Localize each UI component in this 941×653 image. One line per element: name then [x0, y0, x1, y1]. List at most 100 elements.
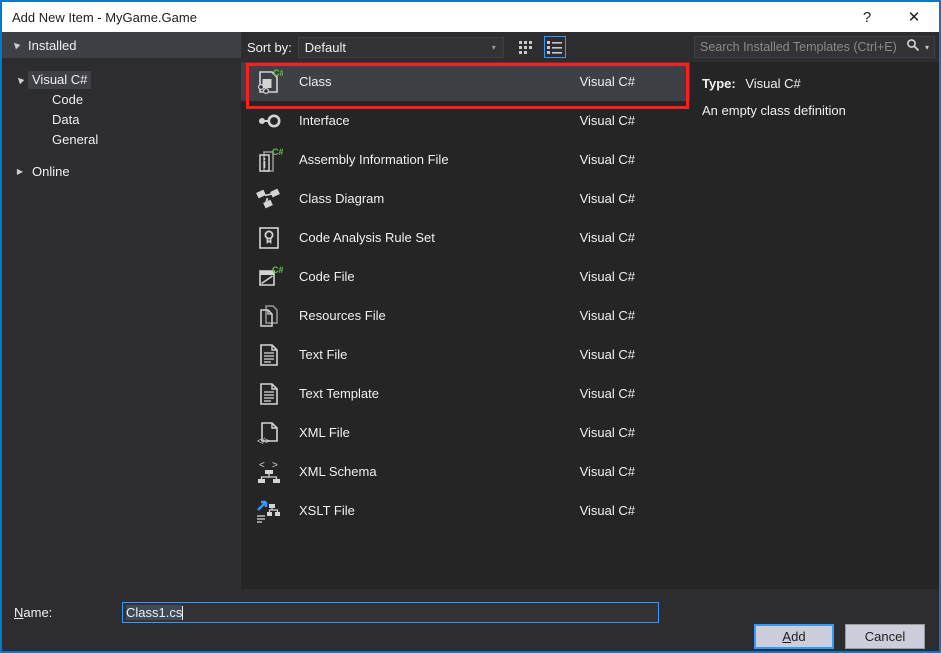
template-list[interactable]: C# Class Visual C# Interface Visual C#: [241, 62, 690, 589]
cancel-button[interactable]: Cancel: [845, 624, 925, 649]
tree-item-visual-csharp[interactable]: ◀ Visual C#: [2, 70, 241, 90]
template-language: Visual C#: [579, 503, 635, 518]
template-language: Visual C#: [579, 308, 635, 323]
detail-type-value: Visual C#: [745, 76, 801, 91]
close-button[interactable]: ✕: [889, 2, 939, 32]
search-placeholder: Search Installed Templates (Ctrl+E): [700, 40, 897, 54]
template-row-xml-schema[interactable]: < > XML Schema Visual C#: [241, 452, 690, 491]
tree-item-general[interactable]: General: [2, 130, 241, 150]
template-name: Code Analysis Rule Set: [299, 230, 435, 245]
details-pane: Search Installed Templates (Ctrl+E) ▾ Ty…: [690, 32, 939, 589]
template-row-class[interactable]: C# Class Visual C#: [241, 62, 690, 101]
add-button-accel: A: [782, 629, 792, 644]
template-row-text-file[interactable]: Text File Visual C#: [241, 335, 690, 374]
tree-item-label: Code: [52, 92, 84, 107]
sort-by-value: Default: [304, 39, 346, 55]
interface-icon: [253, 105, 285, 137]
template-language: Visual C#: [579, 113, 635, 128]
tree-header-installed[interactable]: ◀ Installed: [2, 32, 241, 58]
template-list-pane: Sort by: Default ▾ C Class Visual C# Int…: [241, 32, 690, 589]
template-details: Type: Visual C# An empty class definitio…: [690, 62, 939, 118]
grid-view-icon: [519, 40, 533, 54]
chevron-down-icon[interactable]: ▾: [920, 43, 934, 52]
template-row-interface[interactable]: Interface Visual C#: [241, 101, 690, 140]
name-input-value: Class1.cs: [126, 605, 183, 620]
template-language: Visual C#: [579, 386, 635, 401]
template-name: Text File: [299, 347, 348, 362]
sort-by-select[interactable]: Default ▾: [297, 36, 504, 58]
chevron-down-icon: ◀: [14, 74, 26, 86]
template-name: Code File: [299, 269, 355, 284]
resources-file-icon: [253, 300, 285, 332]
template-language: Visual C#: [579, 230, 635, 245]
chevron-right-icon: ▶: [16, 167, 24, 176]
dialog-footer: Name: Class1.cs Add Cancel: [2, 589, 939, 651]
svg-text:C#: C#: [273, 68, 283, 78]
text-file-icon: [253, 339, 285, 371]
dialog-title: Add New Item - MyGame.Game: [12, 9, 197, 25]
template-row-text-template[interactable]: Text Template Visual C#: [241, 374, 690, 413]
tree-item-data[interactable]: Data: [2, 110, 241, 130]
template-name: Text Template: [299, 386, 379, 401]
list-view-icon: [547, 40, 563, 54]
svg-text:<: <: [259, 460, 265, 471]
detail-type-label: Type:: [702, 76, 736, 91]
template-language: Visual C#: [579, 191, 635, 206]
installed-tree-pane: ◀ Installed ◀ Visual C# Code Data Genera…: [2, 32, 241, 589]
name-row: Name: Class1.cs: [2, 589, 939, 623]
template-row-resources-file[interactable]: Resources File Visual C#: [241, 296, 690, 335]
search-input[interactable]: Search Installed Templates (Ctrl+E) ▾: [694, 36, 935, 58]
template-name: Class Diagram: [299, 191, 385, 206]
name-label-accel: N: [14, 605, 24, 620]
tree-item-label: Visual C#: [28, 71, 92, 89]
svg-text:C#: C#: [272, 265, 283, 275]
template-row-xml-file[interactable]: </> XML File Visual C#: [241, 413, 690, 452]
chevron-down-icon: ▾: [491, 42, 496, 52]
xslt-file-icon: [253, 495, 285, 527]
template-row-assembly-information-file[interactable]: C# Assembly Information File Visual C#: [241, 140, 690, 179]
sort-bar: Sort by: Default ▾: [241, 32, 690, 62]
grid-view-button[interactable]: [516, 36, 538, 58]
add-button[interactable]: Add: [754, 624, 834, 649]
template-row-class-diagram[interactable]: Class Diagram Visual C#: [241, 179, 690, 218]
template-name: XSLT File: [299, 503, 355, 518]
template-language: Visual C#: [579, 269, 635, 284]
template-row-xslt-file[interactable]: XSLT File Visual C#: [241, 491, 690, 530]
name-label-rest: ame:: [23, 605, 53, 620]
svg-text:C#: C#: [272, 147, 283, 157]
template-row-code-analysis-rule-set[interactable]: Code Analysis Rule Set Visual C#: [241, 218, 690, 257]
search-bar: Search Installed Templates (Ctrl+E) ▾: [690, 32, 939, 62]
template-row-code-file[interactable]: C# Code File Visual C#: [241, 257, 690, 296]
template-name: XML File: [299, 425, 350, 440]
tree-item-code[interactable]: Code: [2, 90, 241, 110]
template-name: Assembly Information File: [299, 152, 449, 167]
tree-body: ◀ Visual C# Code Data General ▶ Online: [2, 58, 241, 182]
tree-item-label: Data: [52, 112, 80, 127]
name-label: Name:: [2, 605, 122, 620]
template-name: Resources File: [299, 308, 386, 323]
title-bar: Add New Item - MyGame.Game ? ✕: [2, 2, 939, 32]
help-button[interactable]: ?: [845, 2, 889, 32]
text-cursor: [182, 605, 184, 620]
code-file-csharp-icon: C#: [253, 261, 285, 293]
add-new-item-dialog: Add New Item - MyGame.Game ? ✕ ◀ Install…: [0, 0, 941, 653]
tree-item-online[interactable]: ▶ Online: [2, 162, 241, 182]
sort-by-label: Sort by:: [247, 39, 292, 55]
chevron-down-icon: ◀: [10, 39, 22, 51]
search-icon[interactable]: [906, 38, 920, 57]
assembly-info-csharp-icon: C#: [253, 144, 285, 176]
template-language: Visual C#: [579, 347, 635, 362]
rule-set-icon: [253, 222, 285, 254]
view-toggle-group: [516, 36, 566, 58]
dialog-buttons: Add Cancel: [754, 624, 925, 649]
tree-item-label: Online: [32, 164, 70, 179]
text-template-icon: [253, 378, 285, 410]
template-language: Visual C#: [579, 464, 635, 479]
list-view-button[interactable]: [543, 36, 566, 58]
xml-schema-icon: < >: [253, 456, 285, 488]
add-button-rest: dd: [791, 629, 806, 644]
svg-text:>: >: [272, 460, 278, 471]
name-input[interactable]: Class1.cs: [122, 602, 659, 623]
tree-header-label: Installed: [28, 37, 77, 53]
template-name: Interface: [299, 113, 350, 128]
